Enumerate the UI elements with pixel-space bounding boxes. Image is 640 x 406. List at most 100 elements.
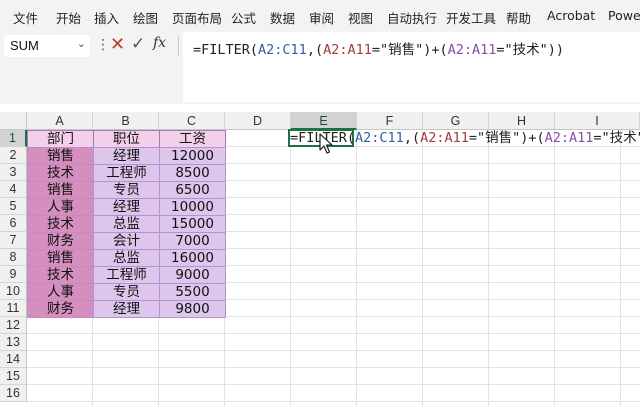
- formula-token: ,(: [403, 130, 421, 146]
- data-cell[interactable]: 工程师: [93, 266, 160, 284]
- menu-item[interactable]: 审阅: [309, 8, 334, 27]
- data-cell[interactable]: 专员: [93, 181, 160, 199]
- formula-bar: SUM ⌄ ⋮ ✕ ✓ fx =FILTER(A2:C11,(A2:A11="销…: [0, 32, 640, 104]
- data-cell[interactable]: 会计: [93, 232, 160, 250]
- row-header-4[interactable]: 4: [0, 181, 27, 198]
- data-cell[interactable]: 销售: [27, 181, 94, 199]
- menu-item[interactable]: 页面布局: [172, 8, 222, 27]
- data-cell[interactable]: 工程师: [93, 164, 160, 182]
- column-header-b[interactable]: B: [93, 112, 159, 130]
- row-header-12[interactable]: 12: [0, 317, 27, 334]
- menu-item[interactable]: 插入: [94, 8, 119, 27]
- data-cell[interactable]: 10000: [159, 198, 226, 216]
- data-cell[interactable]: 经理: [93, 147, 160, 165]
- row-header-16[interactable]: 16: [0, 385, 27, 402]
- data-cell[interactable]: 7000: [159, 232, 226, 250]
- select-all-corner[interactable]: [0, 112, 27, 130]
- row-header-13[interactable]: 13: [0, 334, 27, 351]
- formula-token: ,(: [306, 42, 324, 58]
- menu-item[interactable]: 开发工具: [446, 8, 496, 27]
- menu-item[interactable]: 帮助: [506, 8, 531, 27]
- column-header-h[interactable]: H: [489, 112, 555, 130]
- close-icon[interactable]: ✕: [110, 34, 125, 55]
- row-header-7[interactable]: 7: [0, 232, 27, 249]
- row-header-5[interactable]: 5: [0, 198, 27, 215]
- formula-token: A2:A11: [323, 42, 372, 58]
- formula-token: A2:A11: [544, 130, 594, 146]
- formula-token: ="销售")+(: [371, 42, 448, 58]
- formula-token: =FILTER(: [193, 42, 259, 58]
- menu-item[interactable]: 视图: [348, 8, 373, 27]
- worksheet-grid[interactable]: 部门 职位 工资 销售 经理 12000 技术 工程师 8500 销售 专员 6500 人事 经理 1000…: [0, 112, 640, 406]
- data-cell[interactable]: 经理: [93, 300, 160, 318]
- data-cell[interactable]: 15000: [159, 215, 226, 233]
- menu-item[interactable]: Acrobat: [547, 8, 595, 23]
- data-cell[interactable]: 6500: [159, 181, 226, 199]
- formula-token: ="技术")): [496, 42, 565, 58]
- formula-token: ="销售")+(: [468, 130, 545, 146]
- menu-item[interactable]: 绘图: [133, 8, 158, 27]
- data-cell[interactable]: 16000: [159, 249, 226, 267]
- data-cell[interactable]: 专员: [93, 283, 160, 301]
- row-header-10[interactable]: 10: [0, 283, 27, 300]
- data-cell[interactable]: 12000: [159, 147, 226, 165]
- column-header-e[interactable]: E: [291, 112, 357, 130]
- data-cell[interactable]: 技术: [27, 164, 94, 182]
- row-header-14[interactable]: 14: [0, 351, 27, 368]
- header-cell[interactable]: 工资: [159, 130, 226, 148]
- data-cell[interactable]: 人事: [27, 283, 94, 301]
- data-cell[interactable]: 经理: [93, 198, 160, 216]
- column-header-i[interactable]: I: [555, 112, 640, 130]
- data-cell[interactable]: 财务: [27, 232, 94, 250]
- vertical-dots-icon[interactable]: ⋮: [96, 37, 110, 53]
- menu-item[interactable]: 公式: [231, 8, 256, 27]
- formula-token: A2:A11: [420, 130, 469, 146]
- data-cell[interactable]: 总监: [93, 215, 160, 233]
- data-cell[interactable]: 9000: [159, 266, 226, 284]
- row-header-9[interactable]: 9: [0, 266, 27, 283]
- row-header-15[interactable]: 15: [0, 368, 27, 385]
- header-cell[interactable]: 职位: [93, 130, 160, 148]
- data-cell[interactable]: 人事: [27, 198, 94, 216]
- row-header-8[interactable]: 8: [0, 249, 27, 266]
- data-cell[interactable]: 技术: [27, 266, 94, 284]
- column-header-g[interactable]: G: [423, 112, 489, 130]
- menu-item[interactable]: 自动执行: [387, 8, 437, 27]
- data-cell[interactable]: 销售: [27, 147, 94, 165]
- formula-input[interactable]: =FILTER(A2:C11,(A2:A11="销售")+(A2:A11="技术…: [183, 32, 640, 102]
- data-cell[interactable]: 财务: [27, 300, 94, 318]
- data-cell[interactable]: 总监: [93, 249, 160, 267]
- chevron-down-icon[interactable]: ⌄: [77, 37, 86, 50]
- row-header-3[interactable]: 3: [0, 164, 27, 181]
- header-cell[interactable]: 部门: [27, 130, 94, 148]
- row-header-6[interactable]: 6: [0, 215, 27, 232]
- data-cell[interactable]: 5500: [159, 283, 226, 301]
- formula-token: ="技术")): [593, 130, 640, 146]
- name-box-value: SUM: [10, 38, 39, 53]
- formula-text: =FILTER(A2:C11,(A2:A11="销售")+(A2:A11="技术…: [193, 38, 564, 58]
- data-cell[interactable]: 销售: [27, 249, 94, 267]
- cell-area[interactable]: 部门 职位 工资 销售 经理 12000 技术 工程师 8500 销售 专员 6500 人事 经理 1000…: [27, 130, 640, 406]
- menu-item[interactable]: 文件: [13, 8, 38, 27]
- menu-item[interactable]: 数据: [270, 8, 295, 27]
- mouse-pointer-icon: [319, 133, 333, 154]
- data-cell[interactable]: 8500: [159, 164, 226, 182]
- column-header-c[interactable]: C: [159, 112, 225, 130]
- data-cell[interactable]: 技术: [27, 215, 94, 233]
- check-icon[interactable]: ✓: [131, 34, 145, 54]
- name-box[interactable]: SUM ⌄: [4, 35, 90, 57]
- menu-item[interactable]: Power: [608, 8, 640, 23]
- column-header-a[interactable]: A: [27, 112, 93, 130]
- column-header-f[interactable]: F: [357, 112, 423, 130]
- row-header-11[interactable]: 11: [0, 300, 27, 317]
- ribbon-menu-bar: 文件 开始 插入 绘图 页面布局 公式 数据 审阅 视图 自动执行 开发工具 帮助 Acrobat Pow…: [0, 0, 640, 32]
- formula-token: A2:C11: [258, 42, 307, 58]
- data-cell[interactable]: 9800: [159, 300, 226, 318]
- row-header-1[interactable]: 1: [0, 130, 27, 147]
- column-header-d[interactable]: D: [225, 112, 291, 130]
- menu-item[interactable]: 开始: [56, 8, 81, 27]
- row-header-2[interactable]: 2: [0, 147, 27, 164]
- formula-bar-divider: [178, 36, 179, 56]
- insert-function-button[interactable]: fx: [153, 35, 166, 51]
- active-cell-formula: =FILTER(A2:C11,(A2:A11="销售")+(A2:A11="技术…: [290, 130, 640, 147]
